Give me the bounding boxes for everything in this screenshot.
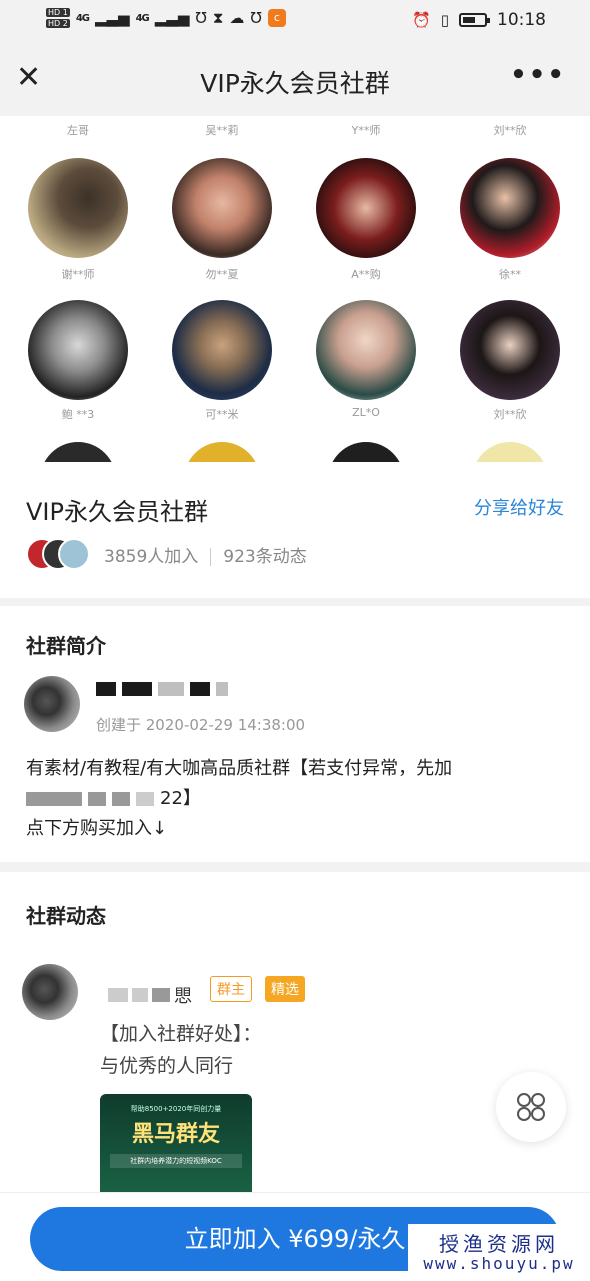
member-name: 左哥: [67, 124, 89, 137]
member-name: 刘**欣: [493, 408, 527, 421]
share-button[interactable]: 分享给好友: [474, 494, 564, 520]
featured-badge: 精选: [265, 976, 305, 1002]
member-avatar[interactable]: [316, 158, 416, 258]
grid-menu-icon: [517, 1093, 545, 1121]
redaction-block: [190, 682, 210, 696]
status-left: HD 1 HD 2 4G ▂▃▅ 4G ▂▃▅ Ʊ ⧗ ☁ Ʊ c: [46, 8, 286, 28]
member-avatar[interactable]: [40, 442, 116, 462]
battery-icon: [459, 13, 490, 27]
member-name: 勿**夏: [205, 268, 239, 281]
redaction-block: [216, 682, 228, 696]
more-options-icon[interactable]: •••: [510, 60, 566, 90]
post-text: 【加入社群好处】： 与优秀的人同行: [100, 1018, 262, 1082]
member-avatar[interactable]: [172, 158, 272, 258]
group-stats: 3859人加入 923条动态: [104, 542, 307, 567]
member-avatar-mini: [58, 538, 90, 570]
desc-line: 点下方购买加入↓: [26, 818, 168, 839]
vibrate-icon: ▯: [440, 11, 449, 29]
divider: [210, 548, 212, 566]
redaction-block: [88, 792, 106, 806]
signal-icon: ▂▃▅: [94, 9, 130, 27]
app-notification-icon: Ʊ: [195, 9, 207, 27]
redaction-block: [108, 988, 128, 1002]
watermark-url: www.shouyu.pw: [423, 1254, 575, 1273]
owner-name-redacted: [96, 680, 228, 698]
signal2-label: 4G: [135, 12, 150, 24]
post-author-avatar[interactable]: [22, 964, 78, 1020]
member-avatar[interactable]: [28, 300, 128, 400]
app-notification-icon: Ʊ: [250, 9, 262, 27]
redaction-block: [152, 988, 170, 1002]
member-grid: 左哥 吴**莉 Y**师 刘**欣 谢**师 勿**夏 A**购 徐** 鲍 *…: [0, 116, 590, 462]
nav-bar: ✕ VIP永久会员社群 •••: [0, 42, 590, 116]
owner-avatar[interactable]: [24, 676, 80, 732]
desc-line-masked: 22】: [26, 784, 566, 814]
watermark: 授渔资源网 www.shouyu.pw: [408, 1224, 590, 1280]
redaction-block: [132, 988, 148, 1002]
poster-subtitle: 社群内培养潜力的短视频KOC: [110, 1154, 242, 1168]
page-title: VIP永久会员社群: [200, 69, 390, 98]
redaction-block: [26, 792, 82, 806]
floating-menu-button[interactable]: [496, 1072, 566, 1142]
signal-icon: ▂▃▅: [154, 9, 190, 27]
member-name: 鲍 **3: [61, 408, 95, 421]
member-name: ZL*O: [352, 406, 380, 419]
member-avatar[interactable]: [328, 442, 404, 462]
member-avatar[interactable]: [28, 158, 128, 258]
status-time: 10:18: [497, 10, 546, 30]
redaction-block: [136, 792, 154, 806]
group-intro: 社群简介 创建于 2020-02-29 14:38:00 有素材/有教程/有大咖…: [0, 606, 590, 862]
intro-title: 社群简介: [26, 634, 106, 658]
feed-title: 社群动态: [26, 904, 106, 928]
app-icon: c: [267, 9, 286, 27]
member-name: 徐**: [499, 268, 521, 281]
poster-caption: 帮助8500+2020年同创力量: [130, 1105, 222, 1113]
status-right: ⏰ ▯ 10:18: [412, 10, 546, 30]
redaction-block: [96, 682, 116, 696]
sim-indicator: HD 1 HD 2: [46, 8, 70, 28]
author-name-tail: 愳: [174, 986, 192, 1007]
member-avatar[interactable]: [460, 300, 560, 400]
watermark-text: 授渔资源网: [439, 1232, 559, 1256]
group-title: VIP永久会员社群: [26, 498, 208, 526]
member-name: 谢**师: [61, 268, 95, 281]
member-avatar[interactable]: [184, 442, 260, 462]
alarm-icon: ⏰: [412, 11, 431, 29]
member-name: 可**米: [205, 408, 239, 421]
member-name: 刘**欣: [493, 124, 527, 137]
redaction-block: [158, 682, 184, 696]
member-avatar[interactable]: [172, 300, 272, 400]
group-info: VIP永久会员社群 分享给好友 3859人加入 923条动态: [0, 462, 590, 598]
cloud-icon: ☁: [229, 9, 245, 27]
desc-line: 有素材/有教程/有大咖高品质社群【若支付异常，先加: [26, 758, 453, 779]
poster-title: 黑马群友: [131, 1122, 220, 1147]
redaction-block: [112, 792, 130, 806]
sim1-label: HD 1: [46, 8, 70, 17]
desc-line-tail: 22】: [160, 788, 201, 809]
group-description: 有素材/有教程/有大咖高品质社群【若支付异常，先加 22】 点下方购买加入↓: [26, 754, 566, 844]
redaction-block: [122, 682, 152, 696]
member-name: Y**师: [351, 124, 381, 137]
signal1-label: 4G: [75, 12, 90, 24]
post-line: 与优秀的人同行: [100, 1055, 234, 1077]
post-author-name: 愳: [108, 982, 192, 1008]
member-name: 吴**莉: [205, 124, 239, 137]
joined-count: 3859人加入: [104, 547, 199, 567]
status-bar: HD 1 HD 2 4G ▂▃▅ 4G ▂▃▅ Ʊ ⧗ ☁ Ʊ c ⏰ ▯ 10…: [0, 0, 590, 42]
sim2-label: HD 2: [46, 19, 70, 28]
post-count: 923条动态: [223, 547, 307, 567]
post-line: 【加入社群好处】：: [100, 1023, 262, 1045]
hourglass-icon: ⧗: [212, 9, 224, 27]
owner-badge: 群主: [210, 976, 252, 1002]
member-avatar[interactable]: [472, 442, 548, 462]
member-name: A**购: [351, 268, 381, 281]
created-time: 创建于 2020-02-29 14:38:00: [96, 716, 306, 734]
member-avatar[interactable]: [460, 158, 560, 258]
member-avatar[interactable]: [316, 300, 416, 400]
